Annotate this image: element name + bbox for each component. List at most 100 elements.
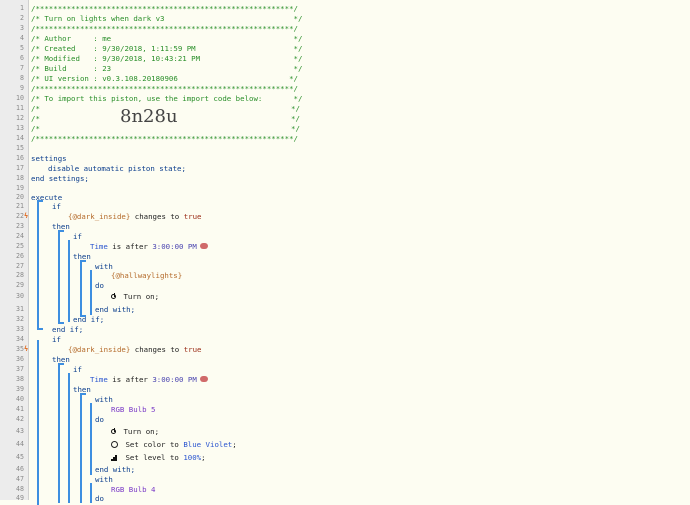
execute-block-bracket	[37, 200, 39, 330]
trigger-lightning-icon: ϟ	[24, 212, 29, 220]
line-number: 23	[16, 222, 24, 230]
condition-dark-inside-2[interactable]: {@dark_inside} changes to true	[68, 345, 202, 354]
line-number: 11	[16, 104, 24, 112]
line-number: 29	[16, 281, 24, 289]
banner-blank-right-2: */	[291, 114, 300, 123]
do-keyword-1[interactable]: do	[95, 281, 104, 290]
then-block-bracket-1	[58, 230, 60, 324]
banner-import-hint: /* To import this piston, use the import…	[31, 94, 303, 103]
banner-border-top: /***************************************…	[31, 4, 298, 13]
semicolon: ;	[232, 440, 237, 449]
end-settings-keyword[interactable]: end settings;	[31, 174, 89, 183]
operator-is-after: is after	[112, 242, 148, 251]
line-number: 32	[16, 315, 24, 323]
line-number: 21	[16, 202, 24, 210]
with-bracket-3	[90, 483, 92, 503]
do-keyword-2[interactable]: do	[95, 415, 104, 424]
line-number: 18	[16, 174, 24, 182]
with-keyword-2[interactable]: with	[95, 395, 113, 404]
line-number: 41	[16, 405, 24, 413]
line-number: 17	[16, 164, 24, 172]
line-number: 15	[16, 144, 24, 152]
command-turn-on-1[interactable]: Turn on;	[111, 292, 159, 301]
device-rgb-bulb-4[interactable]: RGB Bulb 4	[111, 485, 156, 494]
condition-time-2[interactable]: Time is after 3:00:00 PM	[90, 375, 208, 384]
line-number-gutter: 1 2 3 4 5 6 7 8 9 10 11 12 13 14 15 16 17 18 19 20 21 22 23 24 2…	[0, 0, 29, 502]
line-number: 14	[16, 134, 24, 142]
command-set-color[interactable]: Set color to Blue Violet;	[111, 440, 237, 449]
line-number: 39	[16, 385, 24, 393]
if-keyword-2[interactable]: if	[73, 232, 82, 241]
command-label: Set level to	[125, 453, 179, 462]
line-number: 48	[16, 485, 24, 493]
line-number: 46	[16, 465, 24, 473]
condition-dark-inside-1[interactable]: {@dark_inside} changes to true	[68, 212, 202, 221]
then-inner-top-1	[80, 260, 86, 262]
execute-bracket-top	[37, 200, 43, 202]
with-keyword-1[interactable]: with	[95, 262, 113, 271]
do-keyword-3[interactable]: do	[95, 494, 104, 503]
if-keyword-4[interactable]: if	[73, 365, 82, 374]
end-with-keyword-2[interactable]: end with;	[95, 465, 135, 474]
line-number: 9	[20, 84, 24, 92]
device-hallway-lights[interactable]: {@hallwaylights}	[111, 271, 182, 280]
line-number: 10	[16, 94, 24, 102]
line-number: 37	[16, 365, 24, 373]
banner-build: /* Build : 23 */	[31, 64, 303, 73]
settings-keyword[interactable]: settings	[31, 154, 67, 163]
then-inner-bottom-1	[80, 315, 86, 317]
then-bracket-bottom-1	[58, 322, 64, 324]
remove-icon[interactable]	[199, 243, 208, 249]
with-keyword-3[interactable]: with	[95, 475, 113, 484]
color-value: Blue Violet	[183, 440, 233, 449]
piston-code-editor: 1 2 3 4 5 6 7 8 9 10 11 12 13 14 15 16 17 18 19 20 21 22 23 24 2…	[0, 0, 690, 505]
end-if-keyword-2[interactable]: end if;	[73, 315, 104, 324]
time-variable: Time	[90, 242, 108, 251]
command-set-level[interactable]: Set level to 100%;	[111, 453, 206, 462]
line-number: 47	[16, 475, 24, 483]
operator-changes-to: changes to	[134, 212, 180, 221]
line-number: 43	[16, 427, 24, 435]
banner-border-bottom: /***************************************…	[31, 134, 298, 143]
line-number: 6	[20, 54, 24, 62]
time-value: 3:00:00 PM	[152, 242, 197, 251]
if-inner-bracket-1	[68, 240, 70, 322]
end-with-keyword-1[interactable]: end with;	[95, 305, 135, 314]
line-number: 16	[16, 154, 24, 162]
end-if-keyword-1[interactable]: end if;	[52, 325, 83, 334]
banner-border-3: /***************************************…	[31, 84, 298, 93]
remove-icon[interactable]	[199, 376, 208, 382]
trigger-lightning-icon: ϟ	[24, 345, 29, 353]
level-value: 100%	[183, 453, 202, 462]
line-number: 33	[16, 325, 24, 333]
banner-modified: /* Modified : 9/30/2018, 10:43:21 PM */	[31, 54, 303, 63]
banner-created: /* Created : 9/30/2018, 1:11:59 PM */	[31, 44, 303, 53]
line-number: 27	[16, 262, 24, 270]
if-keyword-3[interactable]: if	[52, 335, 61, 344]
import-code: 8n28u	[120, 106, 178, 127]
line-number: 38	[16, 375, 24, 383]
device-rgb-bulb-5[interactable]: RGB Bulb 5	[111, 405, 156, 414]
line-number: 1	[20, 4, 24, 12]
command-label: Set color to	[125, 440, 179, 449]
line-number: 40	[16, 395, 24, 403]
line-number: 20	[16, 193, 24, 201]
if-keyword-1[interactable]: if	[52, 202, 61, 211]
banner-border-2: /***************************************…	[31, 24, 298, 33]
command-turn-on-2[interactable]: Turn on;	[111, 427, 159, 436]
execute-keyword[interactable]: execute	[31, 193, 62, 202]
variable-dark-inside: {@dark_inside}	[68, 345, 131, 354]
line-number: 34	[16, 335, 24, 343]
then-bracket-top-2	[58, 363, 64, 365]
banner-title: /* Turn on lights when dark v3 */	[31, 14, 303, 23]
banner-blank-left-3: /*	[31, 124, 40, 133]
line-number: 49	[16, 494, 24, 502]
line-number: 42	[16, 415, 24, 423]
line-number: 7	[20, 64, 24, 72]
line-number: 30	[16, 292, 24, 300]
condition-time-1[interactable]: Time is after 3:00:00 PM	[90, 242, 208, 251]
disable-state-setting[interactable]: disable automatic piston state;	[48, 164, 186, 173]
if-block-bracket-2	[37, 340, 39, 505]
operator-is-after: is after	[112, 375, 148, 384]
line-number: 28	[16, 271, 24, 279]
